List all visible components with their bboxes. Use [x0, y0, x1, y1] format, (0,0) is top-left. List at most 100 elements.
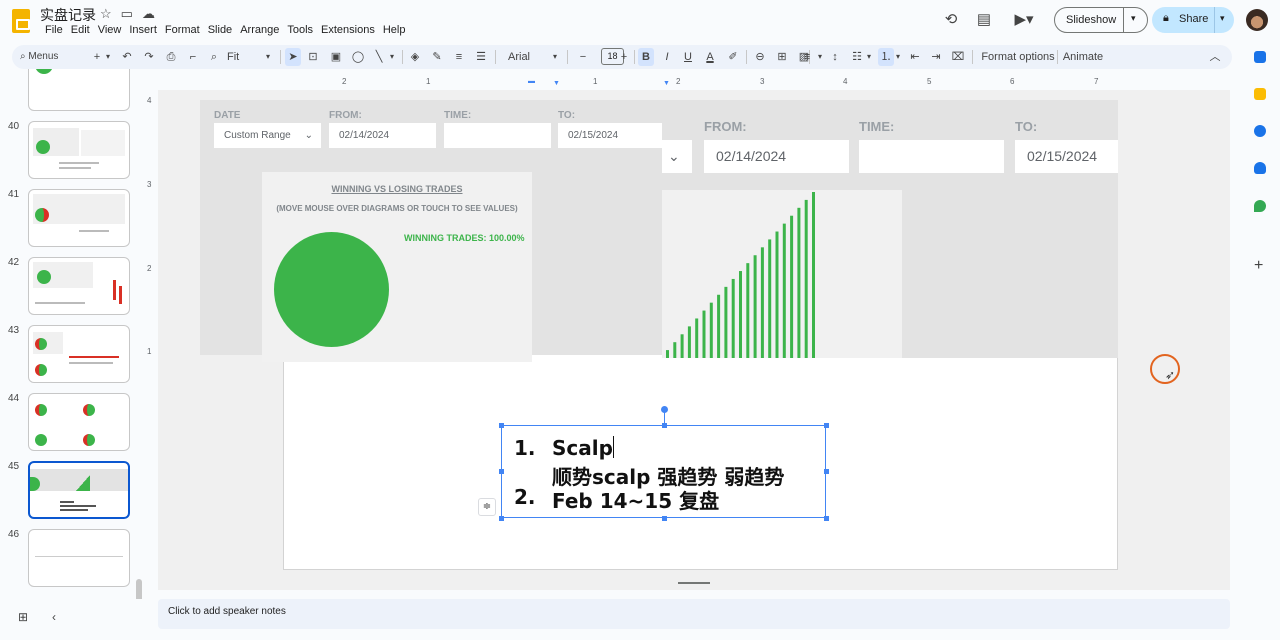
slide-thumbnail[interactable] [28, 529, 130, 587]
maps-icon[interactable] [1254, 200, 1266, 212]
bulleted-list-icon[interactable]: ☷ [850, 48, 864, 66]
calendar-icon[interactable] [1254, 51, 1266, 63]
resize-handle[interactable] [499, 423, 504, 428]
resize-handle[interactable] [824, 423, 829, 428]
screenshot-right[interactable]: FROM: TIME: TO: ⌄ 02/14/2024 02/15/2024 [662, 100, 1118, 358]
link-icon[interactable]: ⊖ [753, 48, 767, 66]
align-icon[interactable]: ≡ [800, 48, 814, 66]
resize-handle[interactable] [662, 516, 667, 521]
share-dropdown-icon[interactable]: ▾ [1220, 13, 1225, 24]
menu-extensions[interactable]: Extensions [317, 24, 379, 36]
resize-handle[interactable] [824, 469, 829, 474]
clear-formatting-icon[interactable]: ⌧ [951, 48, 965, 66]
zoom-icon[interactable]: ⌕ [207, 48, 221, 66]
menu-edit[interactable]: Edit [67, 24, 94, 36]
slide-thumbnail[interactable] [28, 189, 130, 247]
text-color-icon[interactable]: A [703, 48, 717, 66]
slide-thumbnail-selected[interactable] [28, 461, 130, 519]
slide-thumbnail[interactable] [28, 69, 130, 111]
range-dropdown[interactable]: Custom Range ⌄ [214, 123, 321, 148]
menu-insert[interactable]: Insert [125, 24, 161, 36]
screenshot-left[interactable]: DATE FROM: TIME: TO: Custom Range ⌄ 02/1… [200, 100, 662, 362]
numbered-dropdown-icon[interactable]: ▾ [894, 48, 902, 66]
italic-icon[interactable]: I [660, 48, 674, 66]
menu-view[interactable]: View [94, 24, 126, 36]
menu-format[interactable]: Format [161, 24, 204, 36]
bold-icon[interactable]: B [638, 48, 654, 66]
shape-icon[interactable]: ◯ [351, 48, 365, 66]
font-dropdown-icon[interactable]: ▾ [551, 48, 559, 66]
line-dropdown-icon[interactable]: ▾ [388, 48, 396, 66]
history-icon[interactable]: ⟲ [943, 12, 959, 28]
numbered-list-icon[interactable]: ⒈ [878, 48, 894, 66]
indent-marker-icon[interactable]: ▬ [528, 78, 535, 85]
frame-select-icon[interactable]: ⊡ [306, 48, 320, 66]
resize-handle[interactable] [662, 423, 667, 428]
from-date-field[interactable]: 02/14/2024 [329, 123, 436, 148]
underline-icon[interactable]: U [681, 48, 695, 66]
collapse-toolbar-icon[interactable]: ︿ [1208, 48, 1222, 66]
star-icon[interactable]: ☆ [100, 6, 112, 22]
to-date-field[interactable]: 02/15/2024 [1015, 140, 1118, 173]
image-icon[interactable]: ▣ [329, 48, 343, 66]
vertical-align-icon[interactable]: ≑ [478, 498, 496, 516]
selected-text-box[interactable]: 1. Scalp 顺势scalp 强趋势 弱趋势 2. Feb 14~15 复盘 [499, 406, 829, 521]
paint-format-icon[interactable]: ⌐ [186, 48, 200, 66]
move-folder-icon[interactable]: ▭ [121, 6, 133, 22]
slide-thumbnail[interactable] [28, 393, 130, 451]
meet-icon[interactable]: ▶▾ [1012, 12, 1036, 28]
contacts-icon[interactable] [1254, 162, 1266, 174]
menus-search[interactable]: ⌕ Menus [20, 48, 88, 66]
cloud-status-icon[interactable]: ☁ [142, 6, 155, 22]
slide-thumbnail[interactable] [28, 325, 130, 383]
rotate-handle[interactable] [661, 406, 668, 413]
border-color-icon[interactable]: ✎ [430, 48, 444, 66]
border-dash-icon[interactable]: ☰ [474, 48, 488, 66]
tasks-icon[interactable] [1254, 125, 1266, 137]
slides-logo-icon[interactable] [12, 9, 30, 33]
slideshow-button[interactable]: Slideshow ▾ [1054, 7, 1148, 33]
font-size-increase-icon[interactable]: + [618, 48, 630, 66]
indent-marker-icon[interactable]: ▼ [553, 80, 560, 87]
notes-resize-handle[interactable] [678, 582, 710, 584]
share-button[interactable]: 🔒︎ Share ▾ [1152, 7, 1234, 33]
line-spacing-icon[interactable]: ↕ [828, 48, 842, 66]
align-dropdown-icon[interactable]: ▾ [816, 48, 824, 66]
account-avatar[interactable] [1246, 9, 1268, 31]
select-cursor-icon[interactable]: ➤ [285, 48, 301, 66]
increase-indent-icon[interactable]: ⇥ [929, 48, 943, 66]
filmstrip-scrollbar[interactable] [136, 579, 142, 599]
add-comment-icon[interactable]: ⊞ [775, 48, 789, 66]
range-dropdown-partial[interactable]: ⌄ [662, 140, 692, 173]
time-field[interactable] [444, 123, 551, 148]
resize-handle[interactable] [824, 516, 829, 521]
menu-file[interactable]: File [41, 24, 67, 36]
menu-tools[interactable]: Tools [283, 24, 317, 36]
slide-thumbnail[interactable] [28, 121, 130, 179]
undo-icon[interactable]: ↶ [120, 48, 134, 66]
document-title[interactable]: 实盘记录 [40, 5, 96, 25]
new-slide-icon[interactable]: + [90, 48, 104, 66]
highlight-icon[interactable]: ✐ [726, 48, 740, 66]
slide-thumbnail[interactable] [28, 257, 130, 315]
border-weight-icon[interactable]: ≡ [452, 48, 466, 66]
menu-help[interactable]: Help [379, 24, 410, 36]
zoom-dropdown-icon[interactable]: ▾ [264, 48, 272, 66]
indent-marker-icon[interactable]: ▼ [663, 80, 670, 87]
to-date-field[interactable]: 02/15/2024 [558, 123, 662, 148]
decrease-indent-icon[interactable]: ⇤ [908, 48, 922, 66]
comments-icon[interactable]: ▤ [976, 12, 992, 28]
font-size-decrease-icon[interactable]: − [577, 48, 589, 66]
animate-button[interactable]: Animate [1062, 48, 1104, 66]
line-icon[interactable]: ╲ [372, 48, 386, 66]
time-field[interactable] [859, 140, 1004, 173]
from-date-field[interactable]: 02/14/2024 [704, 140, 849, 173]
menu-slide[interactable]: Slide [204, 24, 236, 36]
resize-handle[interactable] [499, 516, 504, 521]
win-loss-pie[interactable] [274, 232, 389, 347]
bullet-dropdown-icon[interactable]: ▾ [865, 48, 873, 66]
resize-handle[interactable] [499, 469, 504, 474]
add-addon-icon[interactable]: + [1254, 257, 1263, 275]
new-slide-dropdown-icon[interactable]: ▾ [104, 48, 112, 66]
fill-color-icon[interactable]: ◈ [408, 48, 422, 66]
